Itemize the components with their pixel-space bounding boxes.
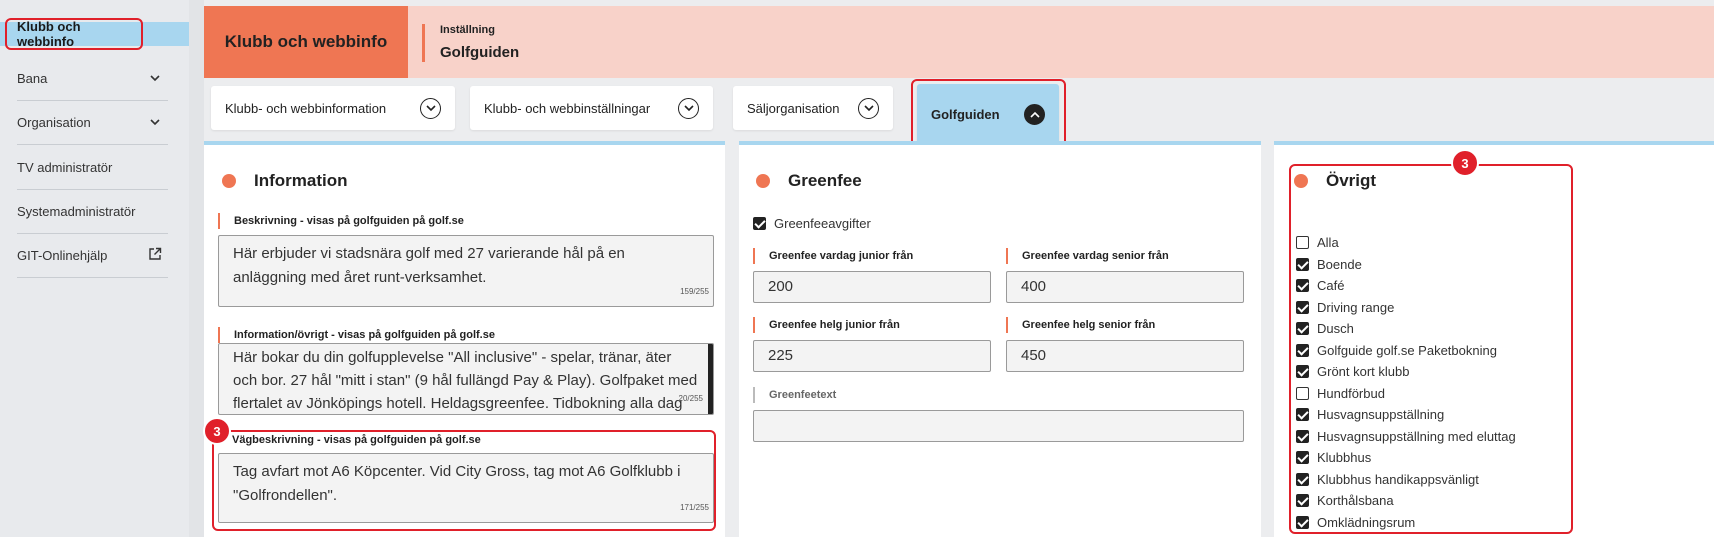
character-counter: 159/255 xyxy=(680,287,709,296)
sidebar-item-systemadministrator[interactable]: Systemadministratör xyxy=(17,190,168,234)
greenfeeavgifter-checkbox[interactable]: Greenfeeavgifter xyxy=(753,216,871,231)
tab-label: Säljorganisation xyxy=(747,100,840,116)
greenfee-heading: Greenfee xyxy=(756,171,862,191)
tab-label: Klubb- och webbinställningar xyxy=(484,100,651,116)
sidebar-item-git-onlinehjalp[interactable]: GIT-Onlinehjälp xyxy=(17,234,168,278)
greenfeetext-input[interactable] xyxy=(753,410,1244,442)
chevron-down-icon xyxy=(150,73,160,85)
sidebar-item-label: TV administratör xyxy=(17,160,113,175)
chevron-down-icon xyxy=(150,117,160,129)
helg-senior-label: Greenfee helg senior från xyxy=(1006,317,1155,333)
information-heading: Information xyxy=(222,171,348,191)
vardag-senior-label: Greenfee vardag senior från xyxy=(1006,248,1169,264)
status-dot xyxy=(222,174,236,188)
sidebar-item-organisation[interactable]: Organisation xyxy=(17,101,168,145)
beskrivning-label: Beskrivning - visas på golfguiden på gol… xyxy=(218,213,464,229)
tab-saljorganisation[interactable]: Säljorganisation xyxy=(733,86,893,130)
chevron-down-icon xyxy=(858,97,879,119)
tab-klubb-och-webbinstallningar[interactable]: Klubb- och webbinställningar xyxy=(470,86,713,130)
chevron-down-icon xyxy=(678,97,699,119)
checkbox-checked-icon xyxy=(753,217,766,230)
annotation-badge: 3 xyxy=(1451,149,1479,177)
page-title: Klubb och webbinfo xyxy=(204,6,408,78)
sidebar-item-label: Klubb och webbinfo xyxy=(17,19,81,49)
sidebar-item-label: Systemadministratör xyxy=(17,204,136,219)
sidebar-item-bana[interactable]: Bana xyxy=(17,57,168,101)
beskrivning-textarea[interactable]: Här erbjuder vi stadsnära golf med 27 va… xyxy=(218,235,714,307)
helg-junior-label: Greenfee helg junior från xyxy=(753,317,900,333)
vardag-junior-label: Greenfee vardag junior från xyxy=(753,248,913,264)
page-header: Klubb och webbinfo Inställning Golfguide… xyxy=(204,6,1714,78)
ovrigt-info-textarea[interactable]: Här bokar du din golfupplevelse "All inc… xyxy=(218,343,714,415)
greenfeetext-label: Greenfeetext xyxy=(753,387,836,403)
helg-senior-input[interactable]: 450 xyxy=(1006,340,1244,372)
sidebar: Klubb och webbinfo Bana Organisation TV … xyxy=(0,0,189,537)
tab-klubb-och-webbinformation[interactable]: Klubb- och webbinformation xyxy=(211,86,455,130)
annotation-badge: 3 xyxy=(203,417,231,445)
setting-value: Golfguiden xyxy=(440,44,520,61)
sidebar-item-label: Organisation xyxy=(17,115,91,130)
setting-label: Inställning xyxy=(440,24,495,36)
sidebar-item-label: Bana xyxy=(17,71,48,86)
status-dot xyxy=(756,174,770,188)
sidebar-item-tv-administrator[interactable]: TV administratör xyxy=(17,146,168,190)
textarea-scrollbar[interactable] xyxy=(708,344,713,414)
vardag-junior-input[interactable]: 200 xyxy=(753,271,991,303)
highlight-box-ovrigt xyxy=(1289,164,1573,534)
sidebar-item-label: GIT-Onlinehjälp xyxy=(17,248,108,263)
tab-label: Klubb- och webbinformation xyxy=(225,100,387,116)
highlight-box-tab xyxy=(911,79,1066,150)
highlight-box-vagbeskrivning xyxy=(212,430,716,531)
helg-junior-input[interactable]: 225 xyxy=(753,340,991,372)
ovrigt-info-label: Information/övrigt - visas på golfguiden… xyxy=(218,327,495,343)
greenfee-panel: Greenfee Greenfeeavgifter Greenfee varda… xyxy=(739,141,1261,537)
vardag-senior-input[interactable]: 400 xyxy=(1006,271,1244,303)
external-link-icon xyxy=(148,247,162,264)
character-counter: 20/255 xyxy=(678,394,703,403)
sidebar-item-klubb-och-webbinfo[interactable]: Klubb och webbinfo xyxy=(5,18,143,50)
chevron-down-icon xyxy=(420,97,441,119)
sidebar-divider xyxy=(189,0,204,537)
header-accent-bar xyxy=(422,24,425,62)
